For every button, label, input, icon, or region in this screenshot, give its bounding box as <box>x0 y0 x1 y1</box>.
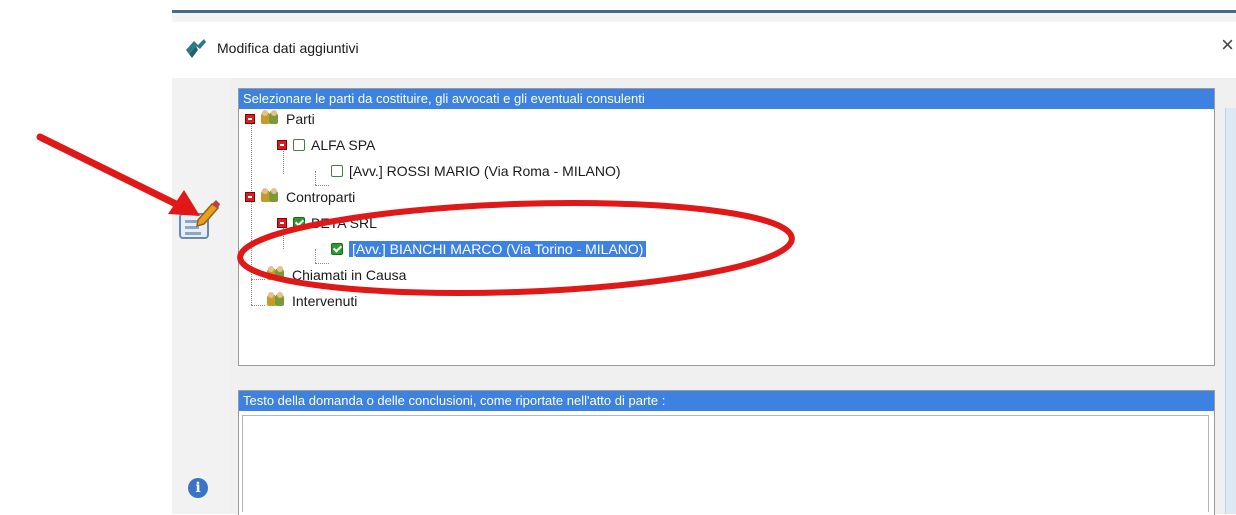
people-icon <box>261 188 281 204</box>
tree-connector <box>251 305 265 306</box>
tree-label-avv-bianchi: [Avv.] BIANCHI MARCO (Via Torino - MILAN… <box>349 241 647 257</box>
dialog-title: Modifica dati aggiuntivi <box>217 40 359 56</box>
tree-label-beta-srl: BETA SRL <box>311 215 377 231</box>
tree-label-avv-rossi: [Avv.] ROSSI MARIO (Via Roma - MILANO) <box>349 163 621 179</box>
right-scroll-strip[interactable] <box>1225 108 1236 514</box>
conclusions-panel: Testo della domanda o delle conclusioni,… <box>238 390 1215 515</box>
checkbox-unchecked[interactable] <box>331 165 343 177</box>
left-toolbar: i <box>172 78 230 514</box>
tree-label-controparti: Controparti <box>286 189 356 205</box>
tree-connector <box>251 119 252 305</box>
tree-connector <box>251 279 265 280</box>
tree-node-avv-bianchi[interactable]: [Avv.] BIANCHI MARCO (Via Torino - MILAN… <box>331 239 647 259</box>
conclusions-textarea[interactable] <box>242 415 1209 512</box>
conclusions-panel-header: Testo della domanda o delle conclusioni,… <box>239 391 1214 411</box>
tree-node-beta-srl[interactable]: BETA SRL <box>277 213 377 233</box>
parties-panel-header: Selezionare le parti da costituire, gli … <box>239 89 1214 109</box>
parties-panel: Selezionare le parti da costituire, gli … <box>238 88 1215 366</box>
tree-label-chiamati: Chiamati in Causa <box>292 267 407 283</box>
checkbox-checked[interactable] <box>331 243 343 255</box>
people-icon <box>267 266 287 282</box>
checkbox-unchecked[interactable] <box>293 139 305 151</box>
parties-tree[interactable]: Parti ALFA SPA [Avv.] ROSSI MARIO (Via R… <box>239 109 1214 365</box>
tree-node-alfa-spa[interactable]: ALFA SPA <box>277 135 375 155</box>
tree-connector <box>315 171 316 185</box>
tree-label-parti: Parti <box>286 111 315 127</box>
tree-connector <box>315 263 329 264</box>
tree-label-alfa-spa: ALFA SPA <box>311 137 376 153</box>
collapse-icon[interactable] <box>245 114 255 124</box>
app-icon <box>184 38 208 65</box>
tree-node-avv-rossi[interactable]: [Avv.] ROSSI MARIO (Via Roma - MILANO) <box>331 161 621 181</box>
info-icon[interactable]: i <box>188 478 208 498</box>
tree-node-controparti[interactable]: Controparti <box>245 187 355 207</box>
people-icon <box>267 292 287 308</box>
collapse-icon[interactable] <box>277 140 287 150</box>
dialog-content: Selezionare le parti da costituire, gli … <box>230 78 1236 515</box>
tree-node-parti[interactable]: Parti <box>245 109 315 129</box>
edit-document-icon[interactable] <box>176 198 220 249</box>
close-button[interactable]: × <box>1221 34 1234 56</box>
tree-connector <box>315 249 316 263</box>
tree-connector <box>315 185 329 186</box>
tree-node-chiamati[interactable]: Chiamati in Causa <box>267 265 406 285</box>
tree-label-intervenuti: Intervenuti <box>292 293 358 309</box>
collapse-icon[interactable] <box>245 192 255 202</box>
checkbox-checked[interactable] <box>293 217 305 229</box>
title-bar: Modifica dati aggiuntivi × <box>172 22 1236 78</box>
people-icon <box>261 110 281 126</box>
collapse-icon[interactable] <box>277 218 287 228</box>
background-window-edge <box>172 10 1236 22</box>
edit-dialog: Modifica dati aggiuntivi × i Selezionare… <box>172 22 1236 515</box>
tree-node-intervenuti[interactable]: Intervenuti <box>267 291 357 311</box>
